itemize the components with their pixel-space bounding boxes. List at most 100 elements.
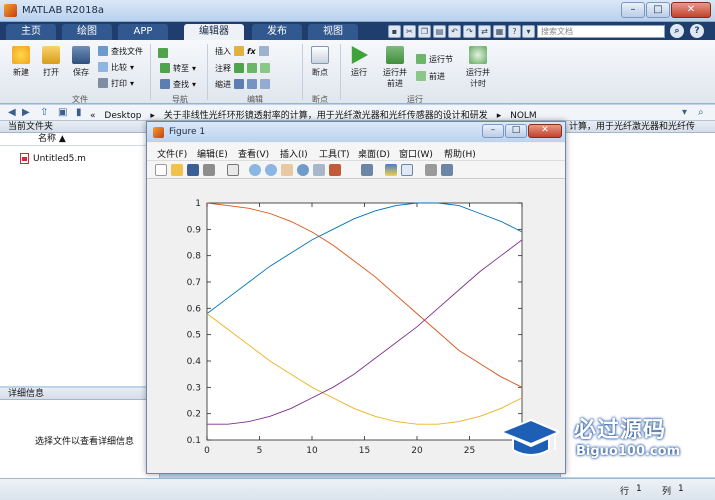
- open-button[interactable]: 打开: [38, 46, 64, 78]
- x-tick-label: 20: [411, 446, 423, 456]
- search-documentation-input[interactable]: 搜索文档: [537, 25, 665, 38]
- brush-icon[interactable]: [329, 164, 341, 176]
- maximize-button[interactable]: □: [646, 2, 670, 18]
- search-icon[interactable]: ⌕: [698, 107, 704, 118]
- tab-apps[interactable]: APP: [118, 24, 168, 40]
- menu-view[interactable]: 查看(V): [238, 147, 269, 160]
- up-folder-icon[interactable]: ⇧: [40, 107, 48, 118]
- advance-button[interactable]: 前进: [416, 70, 445, 82]
- menu-desktop[interactable]: 桌面(D): [358, 147, 390, 160]
- save-button[interactable]: 保存: [68, 46, 94, 78]
- path-overflow: «: [90, 111, 96, 121]
- chevron-down-icon[interactable]: ▾: [522, 25, 535, 38]
- dock-icon[interactable]: [441, 164, 453, 176]
- figure-maximize-button[interactable]: □: [505, 124, 527, 138]
- legend-icon[interactable]: [401, 164, 413, 176]
- colorbar-icon[interactable]: [385, 164, 397, 176]
- browse-folder-icon[interactable]: ▣: [58, 107, 67, 118]
- tab-home[interactable]: 主页: [6, 24, 56, 40]
- compare-button[interactable]: 比较 ▾: [98, 61, 134, 73]
- run-and-advance-button[interactable]: 运行并 前进: [380, 46, 410, 89]
- comment-label: 注释: [215, 63, 231, 73]
- data-cursor-icon[interactable]: [313, 164, 325, 176]
- save-label: 保存: [73, 68, 89, 77]
- save-icon[interactable]: [187, 164, 199, 176]
- tab-publish[interactable]: 发布: [252, 24, 302, 40]
- paste-icon[interactable]: ▤: [433, 25, 446, 38]
- file-item[interactable]: Untitled5.m: [20, 153, 86, 164]
- run-section-button[interactable]: 运行节: [416, 53, 453, 65]
- name-column-header[interactable]: 名称 ▲: [0, 133, 159, 146]
- current-folder-panel: 当前文件夹 名称 ▲ Untitled5.m: [0, 121, 160, 386]
- search-icon[interactable]: ⌕: [670, 24, 684, 38]
- breakpoints-label: 断点: [312, 68, 328, 77]
- forward-arrow-icon[interactable]: ▶: [22, 107, 30, 118]
- copy-icon[interactable]: ❐: [418, 25, 431, 38]
- path-desktop[interactable]: Desktop: [104, 111, 141, 121]
- run-advance-label-2: 前进: [387, 79, 403, 88]
- row-value: 1: [636, 484, 642, 494]
- new-button[interactable]: 新建: [8, 46, 34, 78]
- folder-icon: ▮: [76, 107, 82, 118]
- pointer-icon[interactable]: [227, 164, 239, 176]
- tab-plots[interactable]: 绘图: [62, 24, 112, 40]
- hide-tools-icon[interactable]: [425, 164, 437, 176]
- redo-icon[interactable]: ↷: [463, 25, 476, 38]
- tab-view[interactable]: 视图: [308, 24, 358, 40]
- run-section-icon: [416, 54, 426, 64]
- figure-minimize-button[interactable]: –: [482, 124, 504, 138]
- open-label: 打开: [43, 68, 59, 77]
- rotate-icon[interactable]: [297, 164, 309, 176]
- x-tick-label: 15: [359, 446, 370, 456]
- goto-button[interactable]: 转至 ▾: [160, 62, 196, 74]
- save-icon[interactable]: ▪: [388, 25, 401, 38]
- navigate-back-button[interactable]: [158, 47, 168, 59]
- layout-icon[interactable]: ▦: [493, 25, 506, 38]
- y-tick-label: 0.3: [187, 383, 201, 393]
- help-icon[interactable]: ?: [508, 25, 521, 38]
- menu-edit[interactable]: 编辑(E): [197, 147, 228, 160]
- breakpoints-button[interactable]: 断点: [306, 46, 334, 78]
- menu-window[interactable]: 窗口(W): [399, 147, 433, 160]
- zoom-out-icon[interactable]: [265, 164, 277, 176]
- folder-path[interactable]: « Desktop ▸ 关于非线性光纤环形镜透射率的计算，用于光纤激光器和光纤传…: [90, 108, 543, 121]
- menu-file[interactable]: 文件(F): [157, 147, 187, 160]
- folder-icon: [42, 46, 60, 64]
- pan-icon[interactable]: [281, 164, 293, 176]
- indent-button[interactable]: 缩进: [215, 78, 270, 90]
- find-files-label: 查找文件: [111, 46, 143, 56]
- print-icon[interactable]: [203, 164, 215, 176]
- name-column-label: 名称 ▲: [38, 134, 66, 144]
- print-button[interactable]: 打印 ▾: [98, 77, 134, 89]
- help-button-icon[interactable]: ?: [690, 24, 704, 38]
- find-files-button[interactable]: 查找文件: [98, 45, 143, 57]
- menu-help[interactable]: 帮助(H): [444, 147, 476, 160]
- link-icon[interactable]: [361, 164, 373, 176]
- run-button[interactable]: 运行: [345, 46, 373, 78]
- menu-tools[interactable]: 工具(T): [319, 147, 350, 160]
- switch-icon[interactable]: ⇄: [478, 25, 491, 38]
- new-figure-icon[interactable]: [155, 164, 167, 176]
- run-and-time-button[interactable]: 运行并 计时: [463, 46, 493, 89]
- path-nolm[interactable]: NOLM: [510, 111, 537, 121]
- comment-button[interactable]: 注释: [215, 62, 270, 74]
- run-section-label: 运行节: [429, 54, 453, 64]
- back-arrow-icon[interactable]: ◀: [8, 107, 16, 118]
- figure-close-button[interactable]: ✕: [528, 124, 562, 138]
- chevron-down-icon[interactable]: ▾: [682, 107, 687, 118]
- tab-editor[interactable]: 编辑器: [184, 24, 244, 40]
- insert-button[interactable]: 插入 fx: [215, 45, 269, 57]
- path-project-folder[interactable]: 关于非线性光纤环形镜透射率的计算，用于光纤激光器和光纤传感器的设计和研发: [164, 111, 488, 121]
- goto-icon: [160, 63, 170, 73]
- open-icon[interactable]: [171, 164, 183, 176]
- insert-function-icon: [258, 46, 269, 56]
- menu-insert[interactable]: 插入(I): [280, 147, 308, 160]
- current-folder-title: 当前文件夹: [0, 121, 159, 133]
- close-button[interactable]: ✕: [671, 2, 711, 18]
- undo-icon[interactable]: ↶: [448, 25, 461, 38]
- cut-icon[interactable]: ✂: [403, 25, 416, 38]
- find-button[interactable]: 查找 ▾: [160, 78, 196, 90]
- minimize-button[interactable]: –: [621, 2, 645, 18]
- matlab-logo-icon: [153, 127, 164, 138]
- zoom-in-icon[interactable]: [249, 164, 261, 176]
